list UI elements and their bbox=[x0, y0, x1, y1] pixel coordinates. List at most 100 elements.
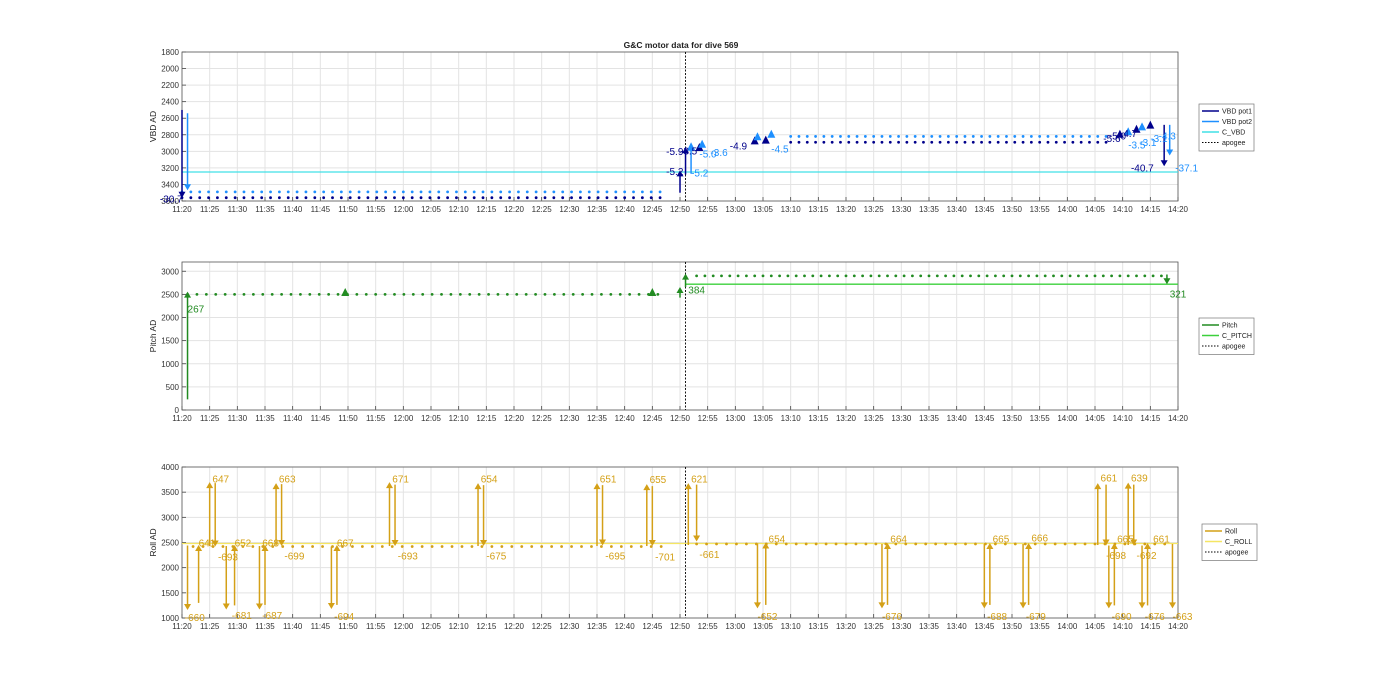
data-point bbox=[221, 545, 225, 548]
data-point bbox=[357, 190, 361, 194]
data-point bbox=[251, 292, 255, 296]
data-point bbox=[814, 542, 818, 546]
annotation-label: -5.2 bbox=[691, 169, 709, 180]
x-tick-label: 13:40 bbox=[947, 414, 968, 423]
x-tick-label: 11:25 bbox=[200, 205, 220, 214]
data-point bbox=[863, 140, 867, 144]
data-point bbox=[534, 190, 538, 194]
annotation-label: -661 bbox=[699, 550, 719, 561]
data-point bbox=[534, 292, 537, 296]
data-point bbox=[393, 190, 396, 194]
data-point bbox=[1071, 135, 1075, 138]
data-point bbox=[277, 196, 281, 200]
x-tick-label: 14:05 bbox=[1085, 622, 1106, 631]
data-point bbox=[313, 196, 317, 200]
data-point bbox=[251, 190, 255, 194]
data-point bbox=[1135, 274, 1138, 278]
annotation-label: 651 bbox=[600, 475, 617, 486]
data-point bbox=[410, 190, 414, 194]
annotation-label: 652 bbox=[235, 539, 252, 550]
data-point bbox=[370, 545, 374, 548]
data-point bbox=[499, 196, 503, 200]
x-tick-label: 11:25 bbox=[200, 414, 220, 423]
data-point bbox=[814, 140, 817, 144]
data-point bbox=[384, 196, 388, 200]
x-tick-label: 13:05 bbox=[753, 622, 774, 631]
x-tick-label: 13:50 bbox=[1002, 414, 1023, 423]
data-point bbox=[242, 292, 246, 296]
data-point bbox=[963, 135, 967, 138]
data-point bbox=[1088, 140, 1091, 144]
data-point bbox=[223, 292, 227, 296]
data-point bbox=[1021, 140, 1025, 144]
data-point bbox=[839, 135, 842, 138]
x-tick-label: 14:00 bbox=[1057, 414, 1078, 423]
data-point bbox=[468, 292, 472, 296]
data-point bbox=[1063, 542, 1067, 546]
x-tick-label: 12:30 bbox=[559, 205, 580, 214]
data-point bbox=[753, 274, 757, 278]
x-tick-label: 11:45 bbox=[311, 205, 331, 214]
data-point bbox=[797, 135, 801, 138]
data-point bbox=[988, 135, 992, 138]
x-tick-label: 12:45 bbox=[642, 622, 663, 631]
data-point bbox=[401, 196, 405, 200]
data-point bbox=[1023, 542, 1027, 546]
x-tick-label: 13:00 bbox=[725, 622, 746, 631]
data-point bbox=[874, 542, 878, 546]
data-point bbox=[224, 196, 228, 200]
x-tick-label: 12:40 bbox=[615, 205, 636, 214]
data-point bbox=[472, 196, 476, 200]
data-point bbox=[560, 545, 563, 548]
x-tick-label: 12:25 bbox=[532, 414, 553, 423]
x-tick-label: 14:15 bbox=[1140, 205, 1161, 214]
data-point bbox=[304, 196, 308, 200]
data-point bbox=[496, 292, 500, 296]
data-point bbox=[872, 135, 876, 138]
data-point bbox=[428, 190, 432, 194]
x-tick-label: 13:40 bbox=[947, 205, 968, 214]
data-point bbox=[705, 542, 708, 546]
x-tick-label: 12:50 bbox=[670, 205, 691, 214]
data-point bbox=[618, 292, 622, 296]
data-point bbox=[499, 190, 503, 194]
data-point bbox=[930, 140, 934, 144]
chart-panel-vbd: 11:20 11:25 11:30 11:35 11:40 11:45 11:50 11:55… bbox=[148, 48, 1255, 214]
data-point bbox=[216, 190, 219, 194]
data-point bbox=[649, 196, 653, 200]
legend-label: VBD pot2 bbox=[1222, 119, 1252, 126]
data-point bbox=[286, 190, 290, 194]
legend-label: C_ROLL bbox=[1225, 539, 1252, 546]
x-tick-label: 12:50 bbox=[670, 622, 691, 631]
data-point bbox=[830, 140, 834, 144]
annotation-label: -30.7 bbox=[160, 194, 183, 205]
data-point bbox=[803, 274, 806, 278]
data-point bbox=[1071, 140, 1075, 144]
x-tick-label: 14:20 bbox=[1168, 414, 1189, 423]
data-point bbox=[295, 196, 299, 200]
data-point bbox=[286, 196, 290, 200]
annotation-label: 668 bbox=[262, 539, 279, 550]
data-point bbox=[331, 190, 334, 194]
legend-label: Pitch bbox=[1222, 323, 1238, 330]
data-point bbox=[946, 140, 950, 144]
legend-label: Roll bbox=[1225, 529, 1238, 536]
x-tick-label: 11:45 bbox=[311, 622, 331, 631]
data-point bbox=[794, 274, 798, 278]
annotation-label: -701 bbox=[655, 553, 675, 564]
annotation-label: 671 bbox=[392, 475, 409, 486]
data-point bbox=[844, 274, 848, 278]
data-point bbox=[735, 542, 738, 546]
data-point bbox=[969, 274, 972, 278]
x-tick-label: 13:55 bbox=[1030, 205, 1051, 214]
data-point bbox=[463, 196, 467, 200]
x-tick-label: 13:05 bbox=[753, 205, 774, 214]
data-point bbox=[934, 542, 938, 546]
data-point bbox=[1013, 135, 1017, 138]
y-tick-label: 1500 bbox=[161, 589, 179, 598]
data-point bbox=[364, 292, 368, 296]
y-axis-label: Pitch AD bbox=[148, 320, 158, 353]
data-point bbox=[1035, 274, 1039, 278]
data-point bbox=[745, 274, 748, 278]
data-point bbox=[410, 196, 414, 200]
